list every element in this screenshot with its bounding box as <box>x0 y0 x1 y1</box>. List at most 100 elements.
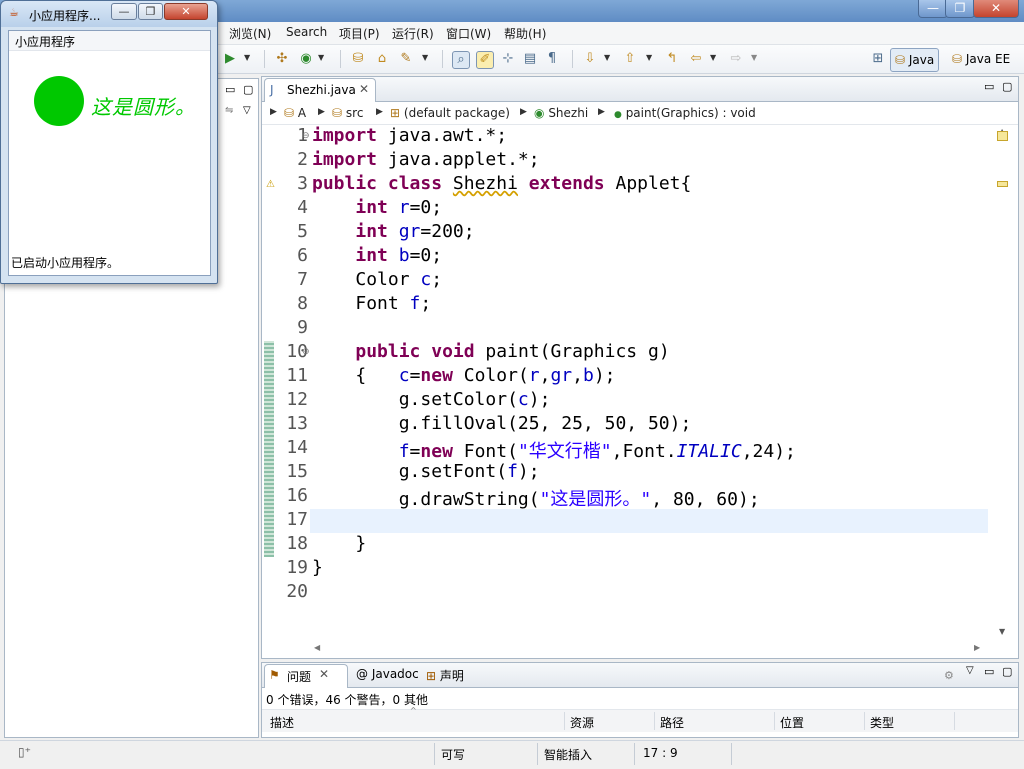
breadcrumb-arrow-icon[interactable]: ▶ <box>318 107 325 117</box>
show-whitespace-icon[interactable]: ¶ <box>544 51 560 67</box>
minimize-view-icon[interactable]: ▭ <box>984 665 994 678</box>
breadcrumb-method[interactable]: ● paint(Graphics) : void <box>614 106 756 120</box>
maximize-view-icon[interactable]: ▢ <box>1002 665 1012 678</box>
breadcrumb-src[interactable]: ⛁ src <box>332 106 363 120</box>
tab-declaration[interactable]: ⊞ 声明 <box>426 667 464 684</box>
column-path[interactable]: 路径 <box>660 714 684 731</box>
chevron-down-icon[interactable]: ▼ <box>646 53 652 62</box>
perspective-java-ee[interactable]: ⛁ Java EE <box>948 48 1014 70</box>
column-location[interactable]: 位置 <box>780 714 804 731</box>
warning-overview-marker[interactable] <box>997 131 1008 141</box>
new-package-icon[interactable]: ✣ <box>274 51 290 67</box>
menu-run[interactable]: 运行(R) <box>392 25 434 42</box>
view-menu-icon[interactable]: ▽ <box>966 665 974 676</box>
column-type[interactable]: 类型 <box>870 714 894 731</box>
close-tab-icon[interactable]: ✕ <box>319 667 329 681</box>
restore-button[interactable]: ❐ <box>945 0 975 18</box>
chevron-down-icon[interactable]: ▼ <box>604 53 610 62</box>
open-folder-icon[interactable]: ⌂ <box>374 51 390 67</box>
column-separator[interactable] <box>654 712 655 730</box>
applet-title-bar[interactable]: ☕ 小应用程序... — ❐ ✕ <box>1 1 217 27</box>
breadcrumb-arrow-icon[interactable]: ▶ <box>598 107 605 117</box>
fold-collapse-icon[interactable]: ⊖ <box>302 347 310 357</box>
column-separator[interactable] <box>954 712 955 730</box>
column-description[interactable]: 描述 <box>270 714 294 731</box>
close-tab-icon[interactable]: ✕ <box>359 82 369 96</box>
column-separator[interactable] <box>774 712 775 730</box>
scroll-right-icon[interactable]: ▶ <box>974 643 980 652</box>
last-edit-icon[interactable]: ↰ <box>664 51 680 67</box>
maximize-view-icon[interactable]: ▢ <box>243 83 253 96</box>
forward-icon[interactable]: ⇨ <box>728 51 744 67</box>
maximize-editor-icon[interactable]: ▢ <box>1002 80 1012 93</box>
perspective-java[interactable]: ⛁ Java <box>890 48 940 72</box>
tab-shezhi-java[interactable]: J Shezhi.java ✕ <box>264 78 376 102</box>
code-line-6: int b=0; <box>312 245 442 266</box>
breadcrumb-arrow-icon[interactable]: ▶ <box>270 107 277 117</box>
chevron-down-icon[interactable]: ▼ <box>244 53 250 62</box>
applet-maximize-button[interactable]: ❐ <box>138 3 163 20</box>
search-tool-icon[interactable]: ✎ <box>398 51 414 67</box>
filter-icon[interactable]: ⚙ <box>944 669 954 682</box>
code-area[interactable]: import java.awt.*; import java.applet.*;… <box>312 125 988 645</box>
scroll-left-icon[interactable]: ◀ <box>314 643 320 652</box>
applet-close-button[interactable]: ✕ <box>164 3 208 20</box>
menu-navigate[interactable]: 浏览(N) <box>229 25 271 42</box>
minimize-button[interactable]: — <box>918 0 948 18</box>
back-icon[interactable]: ⇦ <box>688 51 704 67</box>
run-icon[interactable]: ▶ <box>222 51 238 67</box>
menu-search[interactable]: Search <box>286 25 327 39</box>
overview-ruler[interactable]: ▲ ▼ <box>993 125 1011 645</box>
minimize-view-icon[interactable]: ▭ <box>225 83 235 96</box>
column-separator[interactable] <box>864 712 865 730</box>
field: r <box>528 365 540 386</box>
show-source-icon[interactable]: ▤ <box>522 51 538 67</box>
applet-menu[interactable]: 小应用程序 <box>15 33 75 50</box>
chevron-down-icon[interactable]: ▼ <box>318 53 324 62</box>
breadcrumb-arrow-icon[interactable]: ▶ <box>520 107 527 117</box>
breadcrumb-arrow-icon[interactable]: ▶ <box>376 107 383 117</box>
code-text: paint(Graphics g) <box>474 341 670 362</box>
column-resource[interactable]: 资源 <box>570 714 594 731</box>
code-text: java.applet.*; <box>377 149 540 170</box>
open-perspective-icon[interactable]: ⊞ <box>870 51 886 67</box>
field: f <box>507 461 518 482</box>
chevron-down-icon[interactable]: ▼ <box>422 53 428 62</box>
open-type-icon[interactable]: ⛁ <box>350 51 366 67</box>
warning-overview-marker[interactable] <box>997 181 1008 187</box>
breadcrumb-class[interactable]: ◉ Shezhi <box>534 106 588 120</box>
breadcrumb-package[interactable]: ⊞ (default package) <box>390 106 510 120</box>
close-button[interactable]: ✕ <box>973 0 1019 18</box>
fast-view-icon[interactable]: ▯⁺ <box>18 745 31 759</box>
view-menu-icon[interactable]: ▽ <box>243 105 251 116</box>
column-separator[interactable] <box>564 712 565 730</box>
tab-javadoc[interactable]: @ Javadoc <box>356 667 419 681</box>
link-editor-icon[interactable]: ⇋ <box>225 105 233 116</box>
field: b <box>398 245 410 266</box>
type: Color <box>355 269 421 290</box>
next-annotation-icon[interactable]: ⇩ <box>582 51 598 67</box>
fold-collapse-icon[interactable]: ⊖ <box>302 131 310 141</box>
breadcrumb-project[interactable]: ⛁ A <box>284 106 306 120</box>
minimize-editor-icon[interactable]: ▭ <box>984 80 994 93</box>
new-class-icon[interactable]: ◉ <box>298 51 314 67</box>
problems-view: ⚑ 问题 ✕ @ Javadoc ⊞ 声明 ⚙ ▽ ▭ ▢ 0 个错误，46 个… <box>261 662 1019 738</box>
line-number: 9 <box>297 317 308 338</box>
block-selection-icon[interactable]: ⊹ <box>500 51 516 67</box>
previous-annotation-icon[interactable]: ⇧ <box>622 51 638 67</box>
menu-help[interactable]: 帮助(H) <box>504 25 546 42</box>
chevron-down-icon[interactable]: ▼ <box>710 53 716 62</box>
menu-project[interactable]: 项目(P) <box>339 25 380 42</box>
toggle-highlight-icon[interactable]: ✐ <box>476 51 494 69</box>
keyword: public <box>312 173 378 194</box>
chevron-down-icon[interactable]: ▼ <box>751 53 757 62</box>
horizontal-scrollbar[interactable]: ◀ ▶ <box>310 643 988 657</box>
tab-problems[interactable]: ⚑ 问题 ✕ <box>264 664 348 688</box>
scroll-down-icon[interactable]: ▼ <box>999 627 1005 636</box>
applet-minimize-button[interactable]: — <box>111 3 137 20</box>
menu-window[interactable]: 窗口(W) <box>446 25 491 42</box>
line-number: 13 <box>286 413 308 434</box>
source-folder-icon: ⛁ <box>332 106 343 120</box>
toggle-mark-occurrences-icon[interactable]: ⌕ <box>452 51 470 69</box>
keyword: public <box>355 341 421 362</box>
